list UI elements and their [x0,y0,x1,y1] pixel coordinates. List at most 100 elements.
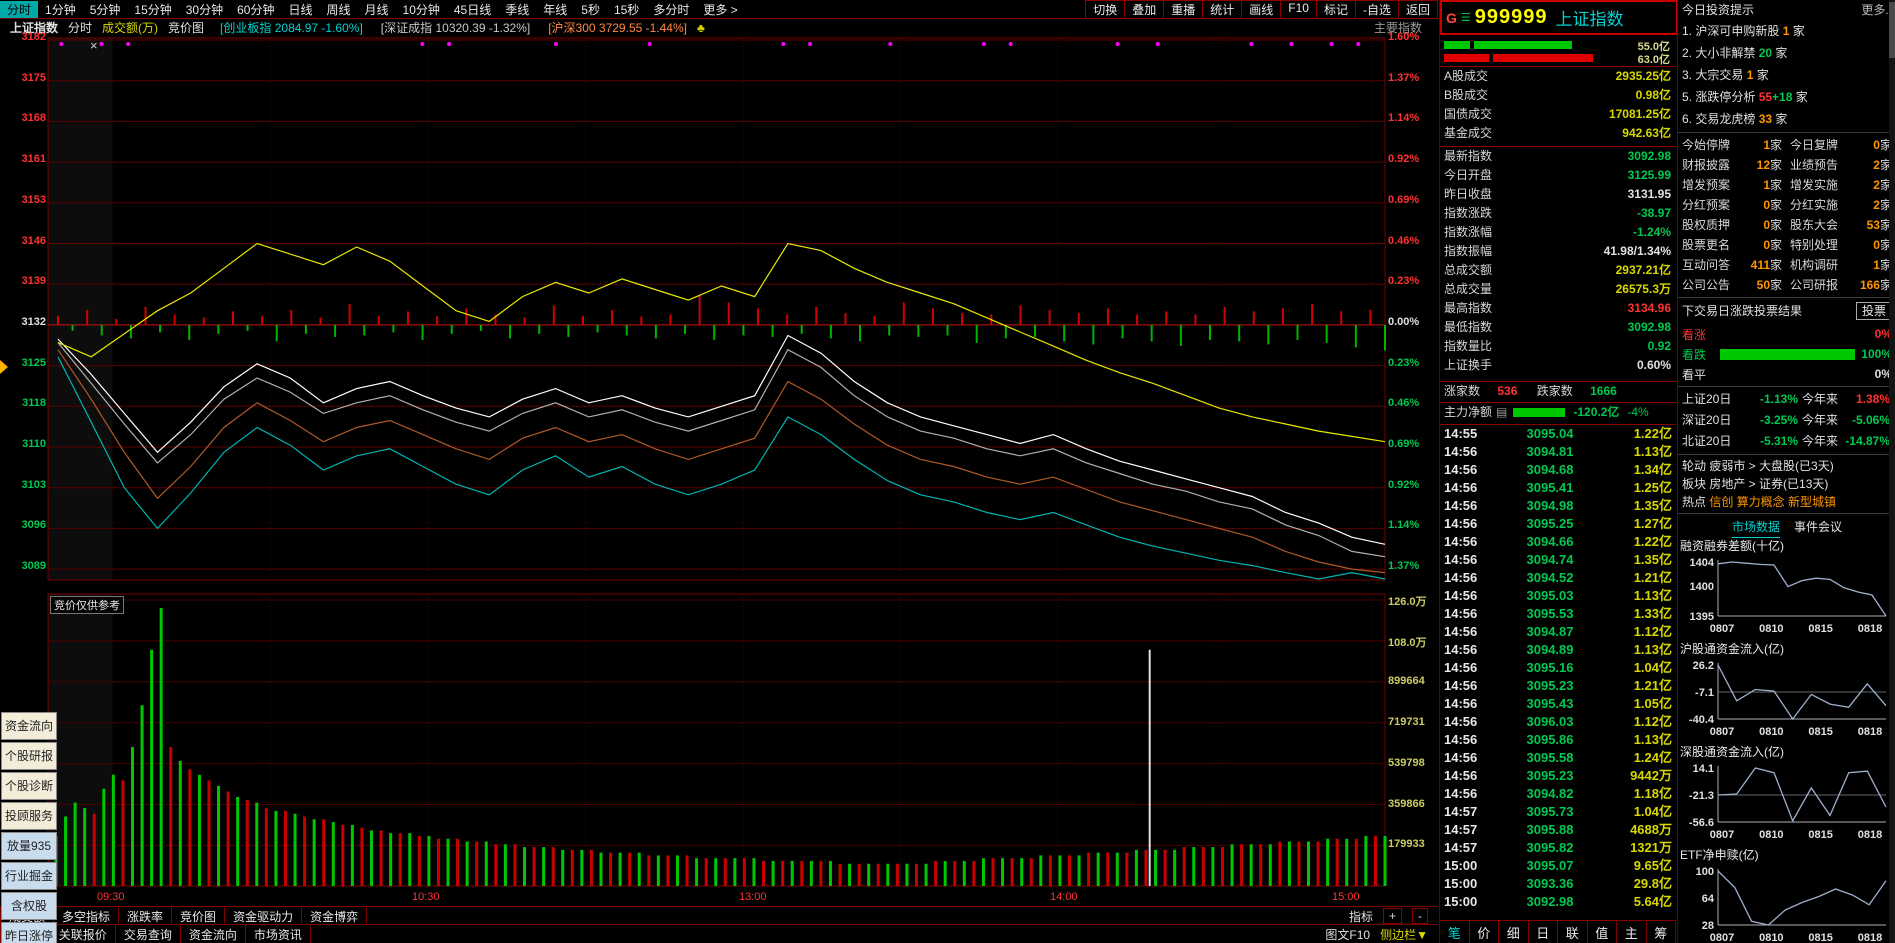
period-tab-5秒[interactable]: 5秒 [574,1,607,18]
doc-icon[interactable]: ▤ [1496,403,1507,422]
sidebar-button-昨日涨停[interactable]: 昨日涨停 [1,922,57,943]
event-row[interactable]: 增发预案 1 家增发实施 2 家 [1678,175,1895,195]
indicator-tab-资金博弈[interactable]: 资金博弈 [302,907,368,925]
tip-item[interactable]: 6. 交易龙虎榜 33 家 [1678,108,1895,130]
quote-tab-价[interactable]: 价 [1470,921,1499,943]
indicator-tab-多空指标[interactable]: 多空指标 [54,907,120,925]
period-tab-年线[interactable]: 年线 [536,1,574,18]
sidebar-button-资金流向[interactable]: 资金流向 [1,712,57,740]
quote-panel-tabs: 笔价细日联值主筹 [1440,920,1676,943]
pct-axis-label: 1.37% [1388,560,1420,573]
toolbar-button--自选[interactable]: -自选 [1354,0,1399,19]
right-scrollbar[interactable] [1889,0,1895,943]
event-row[interactable]: 分红预案 0 家分红实施 2 家 [1678,195,1895,215]
indicator-tab-资金驱动力[interactable]: 资金驱动力 [225,907,303,925]
period-tab-15秒[interactable]: 15秒 [607,1,646,18]
quote-tab-筹[interactable]: 筹 [1647,921,1676,943]
index-quote-1[interactable]: [深证成指 10320.39 -1.32%] [381,19,530,36]
main-force-row[interactable]: 主力净额 ▤ -120.2亿 -4% [1440,402,1676,422]
period-tab-5分钟[interactable]: 5分钟 [83,1,128,18]
function-tab-资金流向[interactable]: 资金流向 [181,925,246,943]
toolbar-button-画线[interactable]: 画线 [1241,0,1282,19]
sidebar-button-个股诊断[interactable]: 个股诊断 [1,772,57,800]
quote-tab-日[interactable]: 日 [1529,921,1558,943]
sidebar-button-个股研报[interactable]: 个股研报 [1,742,57,770]
period-tab-10分钟[interactable]: 10分钟 [396,1,447,18]
tip-item[interactable]: 1. 沪深可申购新股 1 家 [1678,20,1895,42]
sidebar-button-放量935[interactable]: 放量935 [1,832,57,860]
period-tab-月线[interactable]: 月线 [358,1,396,18]
period-tab-30分钟[interactable]: 30分钟 [179,1,230,18]
zoom-out-button[interactable]: - [1412,908,1428,924]
security-name[interactable]: 上证指数 [1556,5,1624,30]
tip-item[interactable]: 3. 大宗交易 1 家 [1678,64,1895,86]
toolbar-button-F10[interactable]: F10 [1280,0,1317,19]
close-icon[interactable]: × [90,38,98,53]
event-row[interactable]: 股票更名 0 家特别处理 0 家 [1678,235,1895,255]
price-chart-canvas[interactable] [0,36,1438,582]
security-code-box[interactable]: G ☰ 999999 上证指数 [1440,0,1678,35]
toolbar-button-切换[interactable]: 切换 [1085,0,1126,19]
quote-tab-笔[interactable]: 笔 [1440,921,1470,943]
event-row[interactable]: 公司公告 50 家公司研报 166 家 [1678,275,1895,295]
tip-item[interactable]: 2. 大小非解禁 20 家 [1678,42,1895,64]
sidebar-button-含权股[interactable]: 含权股 [1,892,57,920]
toolbar-button-统计[interactable]: 统计 [1202,0,1243,19]
period-tab-更多 >[interactable]: 更多 > [696,1,744,18]
quote-tab-联[interactable]: 联 [1558,921,1588,943]
tab-market-data[interactable]: 市场数据 [1731,516,1780,538]
graphic-f10-button[interactable]: 图文F10 [1325,926,1370,943]
indicator-tab-竞价图[interactable]: 竞价图 [172,907,226,925]
vote-button[interactable]: 投票 [1855,302,1892,320]
rotation-row-轮动[interactable]: 轮动 疲弱市 > 大盘股(已3天) [1678,457,1895,475]
sidebar-button-行业掘金[interactable]: 行业掘金 [1,862,57,890]
volume-chart-canvas[interactable] [0,592,1438,890]
tick-list[interactable]: 14:55 3095.04 1.22亿 14:56 3094.81 1.13亿 14:56 3… [1440,424,1676,917]
function-tab-交易查询[interactable]: 交易查询 [116,925,181,943]
auction-mode-label[interactable]: 竞价图 [168,19,204,36]
rotation-row-热点[interactable]: 热点 信创 算力概念 新型城镇 [1678,493,1895,511]
toolbar-button-叠加[interactable]: 叠加 [1124,0,1165,19]
quote-tab-值[interactable]: 值 [1588,921,1617,943]
tips-more-link[interactable]: 更多.. [1861,0,1892,20]
volume-chart[interactable] [0,592,1438,890]
tip-item[interactable]: 5. 涨跌停分析 55+18 家 [1678,86,1895,108]
svg-text:64: 64 [1702,893,1715,905]
toolbar-button-重播[interactable]: 重播 [1163,0,1204,19]
menu-icon[interactable]: ☰ [1461,11,1471,24]
sidebar-toggle-button[interactable]: 侧边栏▼ [1380,926,1428,943]
indicator-tab-涨跌率[interactable]: 涨跌率 [119,907,173,925]
tab-event-meetings[interactable]: 事件会议 [1794,516,1842,538]
toolbar-button-返回[interactable]: 返回 [1397,0,1438,19]
event-row[interactable]: 互动问答 411 家机构调研 1 家 [1678,255,1895,275]
event-row[interactable]: 股权质押 0 家股东大会 53 家 [1678,215,1895,235]
zoom-in-button[interactable]: + [1382,908,1402,924]
tick-price: 3094.74 [1526,552,1574,567]
mode-label[interactable]: 分时 [68,19,92,36]
index-quote-0[interactable]: [创业板指 2084.97 -1.60%] [220,19,363,36]
period-tab-季线[interactable]: 季线 [498,1,536,18]
rotation-row-板块[interactable]: 板块 房地产 > 证券(已13天) [1678,475,1895,493]
period-tab-45日线[interactable]: 45日线 [447,1,498,18]
function-tab-市场资讯[interactable]: 市场资讯 [246,925,311,943]
period-tab-60分钟[interactable]: 60分钟 [230,1,281,18]
period-tab-日线[interactable]: 日线 [281,1,319,18]
event-row[interactable]: 今始停牌 1 家今日复牌 0 家 [1678,135,1895,155]
toolbar-button-标记[interactable]: 标记 [1315,0,1356,19]
quote-tab-主[interactable]: 主 [1617,921,1647,943]
security-code[interactable]: 999999 [1475,6,1548,29]
index-quote-2[interactable]: [沪深300 3729.55 -1.44%] [548,19,687,36]
quote-tab-细[interactable]: 细 [1499,921,1529,943]
sidebar-button-投顾服务[interactable]: 投顾服务 [1,802,57,830]
function-tab-关联报价[interactable]: 关联报价 [51,925,116,943]
period-tab-1分钟[interactable]: 1分钟 [38,1,83,18]
period-tab-周线[interactable]: 周线 [319,1,357,18]
period-tab-15分钟[interactable]: 15分钟 [127,1,178,18]
intraday-price-chart[interactable] [0,36,1438,582]
period-tab-分时[interactable]: 分时 [0,0,39,18]
event-row[interactable]: 财报披露 12 家业绩预告 2 家 [1678,155,1895,175]
scrollbar-thumb[interactable] [1889,2,1895,58]
expand-arrow-icon[interactable] [0,360,8,374]
period-tab-多分时[interactable]: 多分时 [646,1,696,18]
amount-mode-label[interactable]: 成交额(万) [102,19,158,36]
